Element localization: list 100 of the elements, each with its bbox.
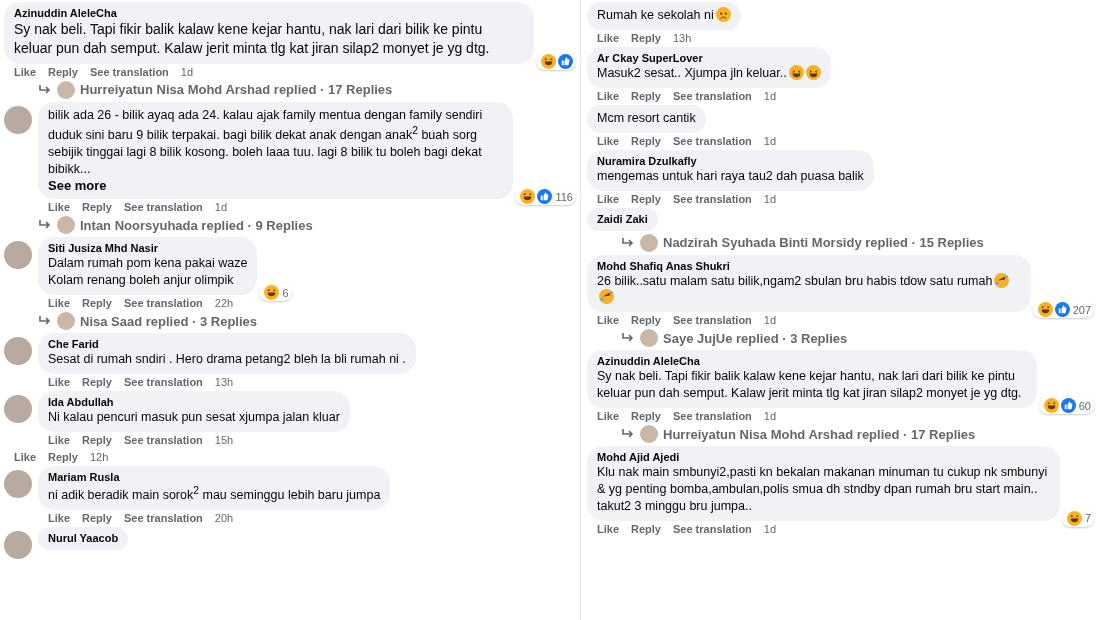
comment-action-link[interactable]: Reply (631, 89, 661, 102)
comment-action-link[interactable]: Reply (631, 31, 661, 44)
comment-author: Zaidi Zaki (597, 212, 648, 225)
comment-action-link[interactable]: Reply (82, 433, 112, 446)
comment-action-link[interactable]: Reply (82, 201, 112, 214)
comment-action-link[interactable]: Reply (82, 376, 112, 389)
see-more-link[interactable]: See more (48, 178, 504, 194)
laughing-tears-icon (994, 272, 1010, 288)
laughing-emoji-icon (541, 53, 556, 69)
reaction-summary[interactable]: 116 (515, 188, 576, 206)
comment-action-link[interactable]: Like (597, 522, 619, 535)
reaction-summary[interactable]: 7 (1061, 509, 1094, 527)
comment-time: 1d (763, 522, 777, 535)
avatar[interactable] (4, 105, 32, 134)
comment-text: ni adik beradik main sorok$^{2}$ mau seminggu lebih baru jumpa (48, 483, 381, 504)
view-replies-link[interactable]: Hurreiyatun Nisa Mohd Arshad replied · 17 Replies (4, 80, 576, 99)
reaction-summary[interactable] (536, 52, 576, 70)
thumbs-up-icon (1054, 302, 1070, 318)
comment-action-link[interactable]: Like (597, 192, 619, 205)
view-replies-link[interactable]: Nisa Saad replied · 3 Replies (4, 312, 576, 331)
reaction-summary[interactable]: 207 (1032, 301, 1094, 319)
comment-time: 1d (763, 134, 777, 147)
comment-author: Siti Jusiza Mhd Nasir (48, 242, 160, 255)
comment-action-link[interactable]: See translation (673, 410, 752, 422)
comment-action-link[interactable]: Reply (631, 522, 661, 535)
comment-action-link[interactable]: Reply (48, 65, 78, 78)
comment-text: mengemas untuk hari raya tau2 dah puasa balik (597, 167, 864, 185)
comment-action-link[interactable]: Like (14, 65, 36, 78)
view-replies-link[interactable]: Nadzirah Syuhada Binti Morsidy replied · 15 Replies (587, 233, 1094, 252)
comment-author: Nurul Yaacob (48, 531, 119, 544)
laughing-emoji-icon (520, 189, 536, 205)
comment-action-link[interactable]: See translation (673, 314, 752, 327)
comment-action-link[interactable]: See translation (673, 522, 752, 535)
comment-action-link[interactable]: Reply (82, 511, 112, 524)
comment-action-link[interactable]: Like (48, 511, 70, 524)
comment-text: Sesat di rumah sndiri . Hero drama petang2 bleh la bli rumah ni . (48, 351, 406, 369)
comment-action-link[interactable]: Reply (48, 450, 78, 463)
comment-time: 15h (214, 433, 234, 446)
comment-time: 22h (214, 297, 234, 310)
laughing-tears-icon (599, 289, 614, 305)
comment-action-link[interactable]: See translation (673, 134, 752, 147)
reply-arrow-icon (621, 236, 635, 249)
comment-time: 1d (763, 192, 777, 205)
comment-author: Azinuddin AleleCha (14, 7, 118, 19)
comment-text: 26 bilik..satu malam satu bilik,ngam2 sbulan bru habis tdow satu rumah (597, 272, 1021, 307)
comment-action-link[interactable]: Reply (631, 410, 661, 422)
comment-action-link[interactable]: See translation (673, 89, 752, 102)
comment-text: Mcm resort cantik (597, 109, 696, 127)
comment-action-link[interactable]: Reply (631, 192, 661, 205)
avatar[interactable] (4, 337, 32, 366)
comment-action-link[interactable]: Reply (82, 297, 112, 310)
avatar[interactable] (4, 241, 32, 270)
view-replies-link[interactable]: Saye JujUe replied · 3 Replies (587, 329, 1094, 348)
reaction-summary[interactable]: 6 (259, 284, 292, 302)
avatar (57, 80, 75, 99)
laughing-emoji-icon (1043, 398, 1059, 413)
comment-action-link[interactable]: Like (48, 433, 70, 446)
comment-action-link[interactable]: See translation (124, 297, 203, 310)
comment-action-link[interactable]: See translation (124, 376, 203, 389)
avatar (57, 312, 75, 331)
comment-action-link[interactable]: Like (48, 297, 70, 310)
avatar (640, 233, 658, 252)
avatar[interactable] (4, 469, 32, 498)
comment-time: 13h (673, 31, 692, 44)
comment-author: Ida Abdullah (48, 396, 115, 409)
comment-action-link[interactable]: Like (597, 89, 619, 102)
comment-action-link[interactable]: Like (597, 410, 619, 422)
comment-action-link[interactable]: Like (597, 314, 619, 327)
view-replies-link[interactable]: Intan Noorsyuhada replied · 9 Replies (4, 216, 576, 235)
comment-action-link[interactable]: Reply (631, 134, 661, 147)
comment-text: Klu nak main smbunyi2,pasti kn bekalan makanan minuman tu cukup nk smbunyi & yg penting bomba,ambulan,polis smua dh stndby dpan rumah bru start main.. takut2 3 minggu bru jumpa.. (597, 464, 1049, 515)
comment-time: 12h (90, 450, 109, 463)
comment-action-link[interactable]: See translation (124, 201, 203, 214)
comment-action-link[interactable]: See translation (90, 65, 169, 78)
comment-action-link[interactable]: Like (48, 376, 70, 389)
comment-action-link[interactable]: Like (597, 31, 619, 44)
comment-time: 20h (214, 511, 234, 524)
comment-action-link[interactable]: Like (14, 450, 36, 463)
comment-author: Mohd Shafiq Anas Shukri (597, 259, 731, 272)
comment-action-link[interactable]: Reply (631, 314, 661, 327)
reaction-summary[interactable]: 60 (1038, 397, 1094, 414)
comment-text: bilik ada 26 - bilik ayaq ada 24. kalau ajak family mentua dengan family sendiri duduk sini baru 9 bilik terpakai. bagi bilik dekat anak dengan anak$^{2}$ buah sorg sebijik tinggai lagi 8 bilik kosong. boleh laaa tuu. lagi 8 bilik tu boleh bagi dekat bibikk... (48, 106, 484, 178)
thumbs-up-icon (558, 53, 573, 69)
comment-author: Che Farid (48, 338, 100, 351)
comment-text: Sy nak beli. Tapi fikir balik kalaw kene kejar hantu, nak lari dari bilik ke pintu keluar pun dah semput. Kalaw jerit minta tlg kat jiran silap2 monyet je yg dtg. (597, 368, 1023, 402)
comment-author: Mohd Ajid Ajedi (597, 451, 681, 463)
view-replies-link[interactable]: Hurreiyatun Nisa Mohd Arshad replied · 17 Replies (587, 425, 1094, 443)
avatar[interactable] (4, 395, 32, 424)
grinning-face-icon (805, 64, 821, 80)
comment-text: Sy nak beli. Tapi fikir balik kalaw kene kejar hantu, nak lari dari bilik ke pintu keluar pun dah semput. Kalaw jerit minta tlg kat jiran silap2 monyet je yg dtg. (14, 20, 491, 58)
comment-action-link[interactable]: Like (597, 134, 619, 147)
comment-author: Ar Ckay SuperLover (597, 51, 704, 64)
comment-action-link[interactable]: See translation (673, 192, 752, 205)
comment-author: Mariam Rusla (48, 470, 121, 483)
avatar[interactable] (4, 530, 32, 559)
laughing-emoji-icon (1037, 302, 1053, 318)
comment-action-link[interactable]: See translation (124, 511, 203, 524)
thumbs-up-icon (1060, 398, 1076, 413)
comment-action-link[interactable]: See translation (124, 433, 203, 446)
comment-action-link[interactable]: Like (48, 201, 70, 214)
